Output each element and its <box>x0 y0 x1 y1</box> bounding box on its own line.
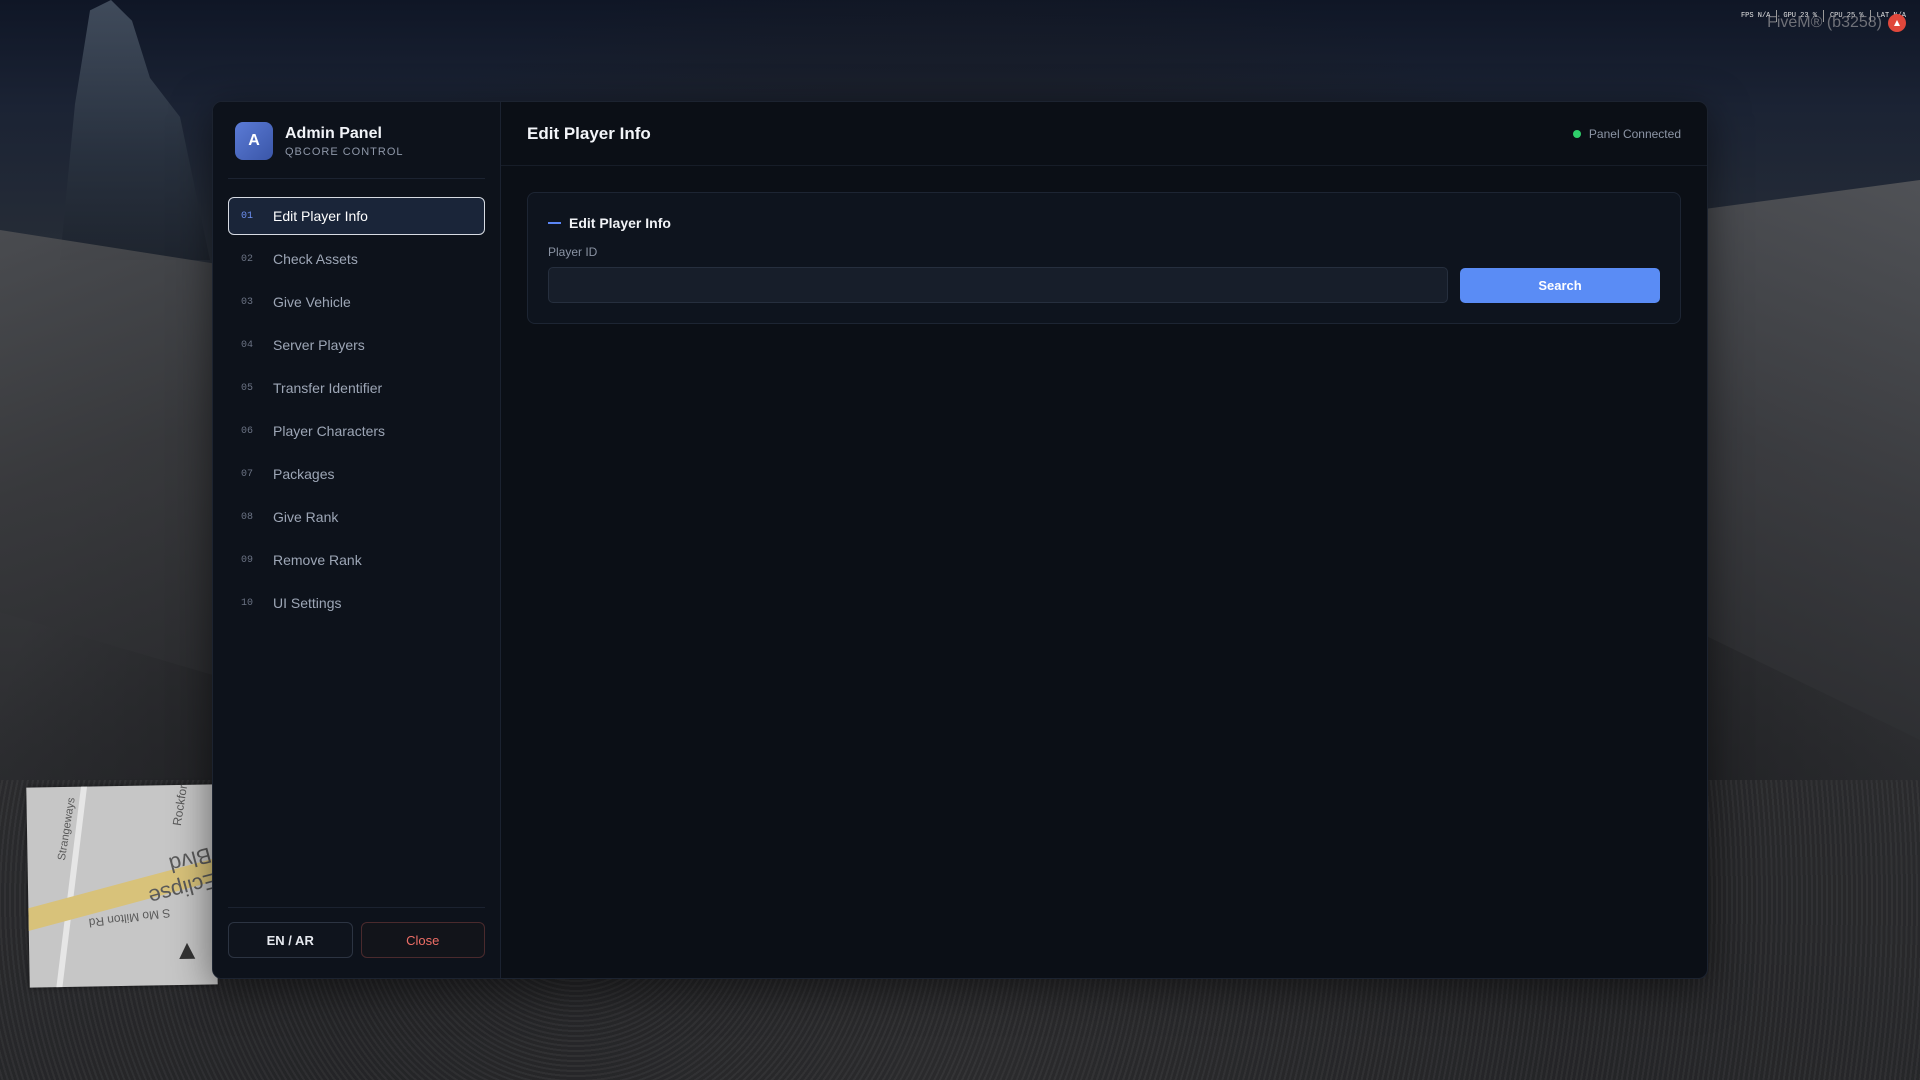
sidebar-item-remove-rank[interactable]: 09 Remove Rank <box>228 541 485 579</box>
sidebar-item-label: Give Rank <box>273 509 339 525</box>
status-dot-icon <box>1572 129 1581 138</box>
sidebar-item-give-rank[interactable]: 08 Give Rank <box>228 498 485 536</box>
sidebar-item-player-characters[interactable]: 06 Player Characters <box>228 412 485 450</box>
sidebar-item-label: Transfer Identifier <box>273 380 383 396</box>
sidebar-nav: 01 Edit Player Info 02 Check Assets 03 G… <box>228 197 485 622</box>
sidebar-footer: EN / AR Close <box>228 907 485 958</box>
sidebar-item-label: Player Characters <box>273 423 386 439</box>
sidebar-item-label: Give Vehicle <box>273 294 351 310</box>
content-area: Edit Player Info Player ID Search <box>501 166 1707 350</box>
sidebar-item-number: 10 <box>241 597 254 609</box>
sidebar-item-number: 03 <box>241 296 254 308</box>
sidebar-item-number: 05 <box>241 382 254 394</box>
sidebar-item-server-players[interactable]: 04 Server Players <box>228 326 485 364</box>
brand-header: A Admin Panel QBCORE CONTROL <box>228 122 485 179</box>
sidebar-item-edit-player-info[interactable]: 01 Edit Player Info <box>228 197 485 235</box>
admin-panel: A Admin Panel QBCORE CONTROL 01 Edit Pla… <box>212 101 1708 979</box>
sidebar-item-ui-settings[interactable]: 10 UI Settings <box>228 584 485 622</box>
sidebar-item-number: 08 <box>241 511 254 523</box>
background-city <box>60 0 210 260</box>
sidebar-item-label: Check Assets <box>273 251 358 267</box>
title-accent-icon <box>548 222 561 224</box>
player-id-label: Player ID <box>548 245 598 259</box>
brand-title: Admin Panel <box>285 124 382 142</box>
main-header: Edit Player Info Panel Connected <box>501 102 1707 166</box>
sidebar-item-number: 04 <box>241 339 254 351</box>
sidebar-item-number: 07 <box>241 468 254 480</box>
player-position-icon <box>179 942 196 960</box>
sidebar-item-number: 06 <box>241 425 254 437</box>
sidebar-item-give-vehicle[interactable]: 03 Give Vehicle <box>228 283 485 321</box>
language-toggle-button[interactable]: EN / AR <box>228 922 353 958</box>
minimap: Eclipse Blvd Strangeways Rockford S Mo M… <box>26 784 218 988</box>
status-text: Panel Connected <box>1588 126 1681 141</box>
sidebar-item-transfer-identifier[interactable]: 05 Transfer Identifier <box>228 369 485 407</box>
connection-status: Panel Connected <box>1572 126 1681 141</box>
sidebar-item-label: Server Players <box>273 337 365 353</box>
card-title: Edit Player Info <box>548 215 1660 231</box>
fivem-watermark: FiveM® (b3258) <box>1767 14 1882 31</box>
card-title-text: Edit Player Info <box>569 215 671 231</box>
brand-logo: A <box>235 122 273 160</box>
fivem-logo-icon <box>1888 14 1906 32</box>
sidebar-item-label: Packages <box>273 466 335 482</box>
sidebar-item-label: Remove Rank <box>273 552 362 568</box>
search-button[interactable]: Search <box>1460 267 1660 303</box>
sidebar-item-packages[interactable]: 07 Packages <box>228 455 485 493</box>
sidebar-item-label: UI Settings <box>273 595 342 611</box>
player-id-input[interactable] <box>548 267 1448 303</box>
fps-readout: FPS N/A <box>1740 12 1771 20</box>
close-button[interactable]: Close <box>360 922 485 958</box>
sidebar-item-number: 02 <box>241 253 254 265</box>
background-roof-left <box>0 230 230 680</box>
sidebar-item-number: 01 <box>241 210 254 222</box>
edit-player-card: Edit Player Info Player ID Search <box>527 192 1681 324</box>
search-row: Search <box>548 267 1660 303</box>
sidebar-item-check-assets[interactable]: 02 Check Assets <box>228 240 485 278</box>
sidebar-item-number: 09 <box>241 554 254 566</box>
main-content: Edit Player Info Panel Connected Edit Pl… <box>501 102 1707 978</box>
brand-subtitle: QBCORE CONTROL <box>285 145 404 158</box>
sidebar-item-label: Edit Player Info <box>273 208 368 224</box>
minimap-street-label: Rockford <box>169 784 192 827</box>
page-title: Edit Player Info <box>527 123 651 143</box>
sidebar: A Admin Panel QBCORE CONTROL 01 Edit Pla… <box>213 102 501 978</box>
